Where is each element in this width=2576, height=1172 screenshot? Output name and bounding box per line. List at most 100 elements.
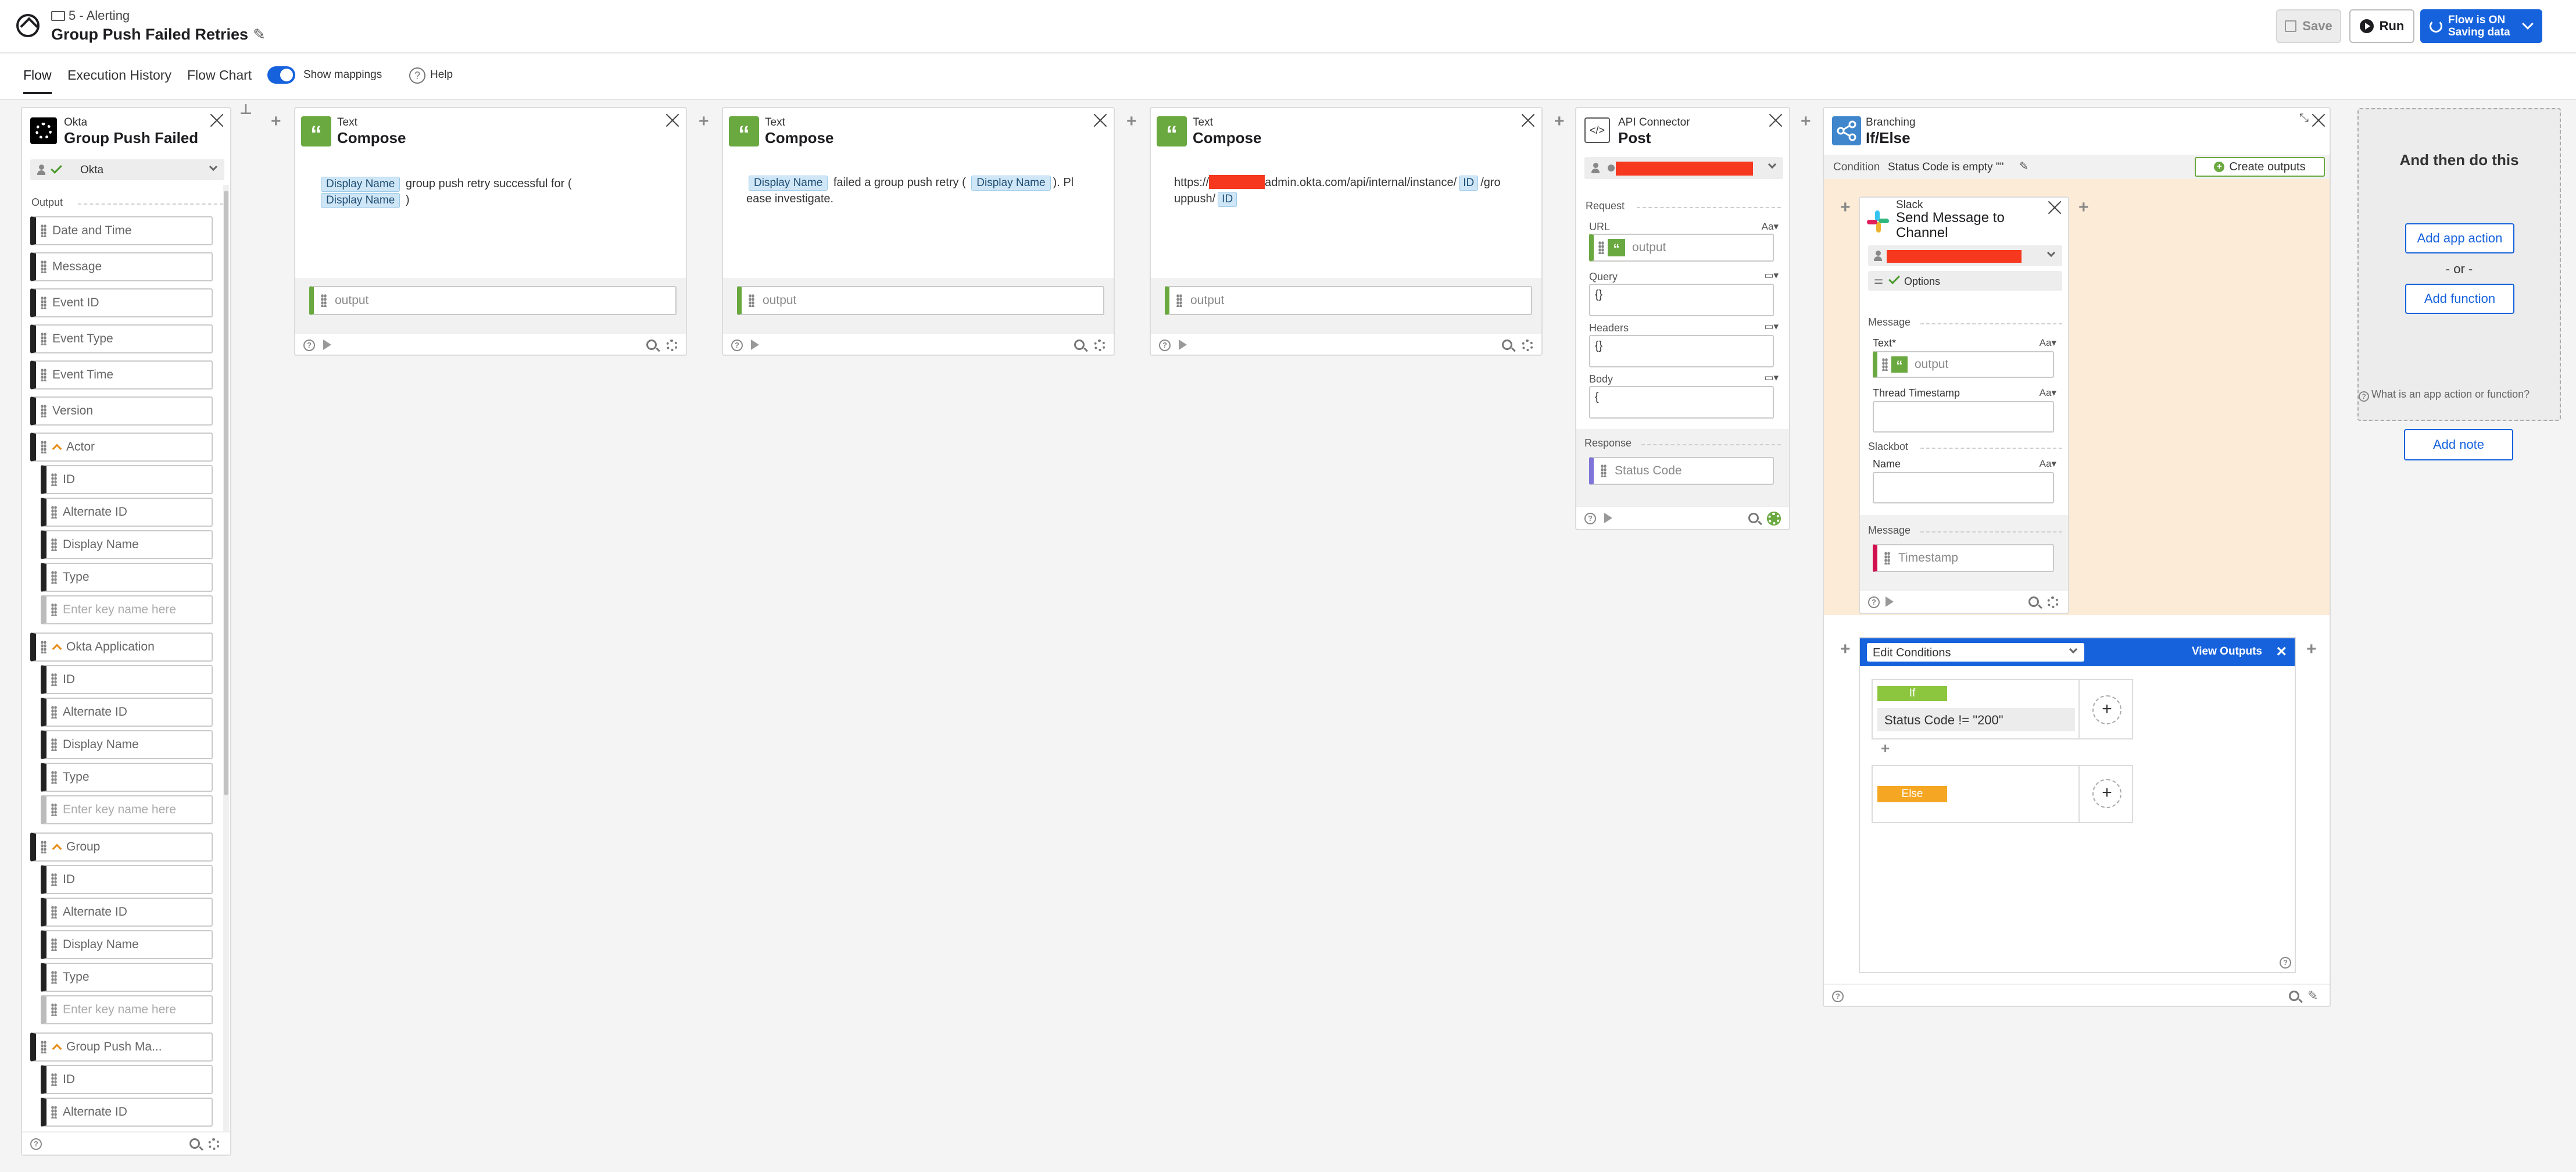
gear-icon[interactable] [208, 1138, 220, 1150]
close-icon[interactable] [2047, 200, 2062, 215]
show-mappings-toggle[interactable] [267, 66, 295, 84]
add-step-plus-icon[interactable]: + [271, 112, 281, 131]
help-icon[interactable]: ? [2280, 957, 2291, 969]
search-icon[interactable] [1074, 340, 1085, 350]
drag-handle-icon[interactable] [749, 294, 754, 307]
close-icon[interactable] [2311, 113, 2326, 128]
drag-handle-icon[interactable] [51, 1106, 57, 1119]
search-icon[interactable] [1748, 513, 1759, 523]
drag-handle-icon[interactable] [1882, 358, 1888, 371]
mapped-field-pill[interactable]: Display Name [321, 193, 400, 208]
help-icon[interactable]: ? [30, 1138, 42, 1150]
output-field-push-alternate-id[interactable]: Alternate ID [41, 1098, 213, 1127]
save-button[interactable]: Save [2276, 9, 2341, 43]
flow-status-button[interactable]: Flow is ON Saving data [2420, 9, 2542, 43]
test-play-icon[interactable] [751, 340, 759, 350]
type-selector[interactable]: Aa▾ [2040, 387, 2056, 399]
add-step-plus-icon[interactable]: + [1840, 639, 1851, 659]
output-field-actor-id[interactable]: ID [41, 465, 213, 494]
drag-handle-icon[interactable] [51, 906, 57, 919]
drag-handle-icon[interactable] [41, 224, 46, 237]
condition-value[interactable]: Status Code is empty "" [1888, 161, 2003, 174]
if-condition-expression[interactable]: Status Code != "200" [1877, 708, 2075, 731]
edit-conditions-dropdown[interactable]: Edit Conditions [1867, 643, 2084, 662]
gear-icon[interactable] [1522, 340, 1533, 351]
drag-handle-icon[interactable] [51, 673, 57, 686]
gear-icon[interactable] [1767, 512, 1781, 526]
output-group-actor[interactable]: Actor [30, 433, 213, 462]
add-step-plus-icon[interactable]: + [699, 112, 709, 131]
output-field-app-type[interactable]: Type [41, 763, 213, 792]
drag-handle-icon[interactable] [1176, 294, 1182, 307]
add-note-button[interactable]: Add note [2404, 429, 2513, 460]
collapse-icon[interactable]: ⤡ [2299, 112, 2309, 125]
mapped-field-pill[interactable]: Display Name [321, 177, 400, 192]
view-outputs-button[interactable]: View Outputs [2192, 645, 2262, 658]
help-icon[interactable]: ? [1159, 340, 1171, 351]
pin-icon[interactable]: ⊥ [239, 101, 252, 118]
compose-text-editor[interactable]: Display Name group push retry successful… [319, 176, 668, 208]
gear-icon[interactable] [2047, 596, 2059, 608]
type-selector[interactable]: Aa▾ [2040, 337, 2056, 349]
output-field-group-id[interactable]: ID [41, 865, 213, 894]
output-field-message[interactable]: Message [30, 252, 213, 281]
output-field-app-alternate-id[interactable]: Alternate ID [41, 698, 213, 727]
tab-execution-history[interactable]: Execution History [67, 67, 171, 83]
output-group-okta-application[interactable]: Okta Application [30, 633, 213, 662]
test-play-icon[interactable] [1604, 513, 1612, 523]
add-step-plus-icon[interactable]: + [1840, 198, 1851, 217]
drag-handle-icon[interactable] [51, 538, 57, 551]
connection-select[interactable] [1868, 245, 2062, 266]
add-step-plus-icon[interactable]: + [1554, 112, 1565, 131]
output-field[interactable]: output [1165, 286, 1532, 315]
url-input[interactable]: “ output [1589, 234, 1774, 262]
type-selector[interactable]: Aa▾ [2040, 458, 2056, 470]
search-icon[interactable] [2028, 596, 2039, 607]
create-outputs-button[interactable]: + Create outputs [2195, 157, 2325, 177]
add-step-plus-icon[interactable]: + [1126, 112, 1137, 131]
search-icon[interactable] [2289, 991, 2299, 1001]
test-play-icon[interactable] [1179, 340, 1187, 350]
tab-flow-chart[interactable]: Flow Chart [187, 67, 252, 83]
close-icon[interactable] [1768, 113, 1783, 128]
drag-handle-icon[interactable] [41, 333, 46, 345]
output-field-event-time[interactable]: Event Time [30, 360, 213, 390]
add-step-plus-icon[interactable]: + [2078, 198, 2089, 217]
help-icon[interactable]: ? [303, 340, 315, 351]
app-logo-icon[interactable] [16, 14, 40, 37]
headers-input[interactable]: {} [1589, 335, 1774, 367]
drag-handle-icon[interactable] [51, 738, 57, 751]
drag-handle-icon[interactable] [51, 1073, 57, 1086]
close-icon[interactable] [209, 113, 224, 128]
search-icon[interactable] [189, 1138, 200, 1149]
add-step-plus-icon[interactable]: + [1801, 112, 1811, 131]
drag-handle-icon[interactable] [51, 706, 57, 719]
thread-timestamp-input[interactable] [1873, 401, 2054, 433]
output-field-date-and-time[interactable]: Date and Time [30, 216, 213, 245]
query-input[interactable]: {} [1589, 284, 1774, 316]
output-field[interactable]: output [737, 286, 1104, 315]
drag-handle-icon[interactable] [41, 369, 46, 381]
output-field-event-type[interactable]: Event Type [30, 324, 213, 353]
close-icon[interactable]: × [2276, 642, 2287, 662]
drag-handle-icon[interactable] [41, 1041, 46, 1053]
help-icon[interactable]: ? [731, 340, 743, 351]
drag-handle-icon[interactable] [1884, 552, 1890, 564]
drag-handle-icon[interactable] [51, 873, 57, 886]
output-field-actor-display-name[interactable]: Display Name [41, 530, 213, 559]
connection-select[interactable]: Okta [30, 159, 224, 180]
drag-handle-icon[interactable] [51, 938, 57, 951]
output-field-event-id[interactable]: Event ID [30, 288, 213, 317]
chevron-up-icon[interactable] [52, 1044, 62, 1054]
add-condition-button[interactable]: + [2092, 779, 2121, 808]
close-icon[interactable] [1520, 113, 1536, 128]
run-button[interactable]: Run [2349, 9, 2414, 43]
app-key-name-input[interactable]: Enter key name here [41, 795, 213, 824]
tab-flow[interactable]: Flow [23, 67, 52, 94]
output-field-group-type[interactable]: Type [41, 963, 213, 992]
drag-handle-icon[interactable] [41, 296, 46, 309]
drag-handle-icon[interactable] [41, 841, 46, 853]
close-icon[interactable] [665, 113, 680, 128]
folder-breadcrumb[interactable]: 5 - Alerting [51, 8, 130, 23]
text-input[interactable]: “ output [1873, 351, 2054, 378]
